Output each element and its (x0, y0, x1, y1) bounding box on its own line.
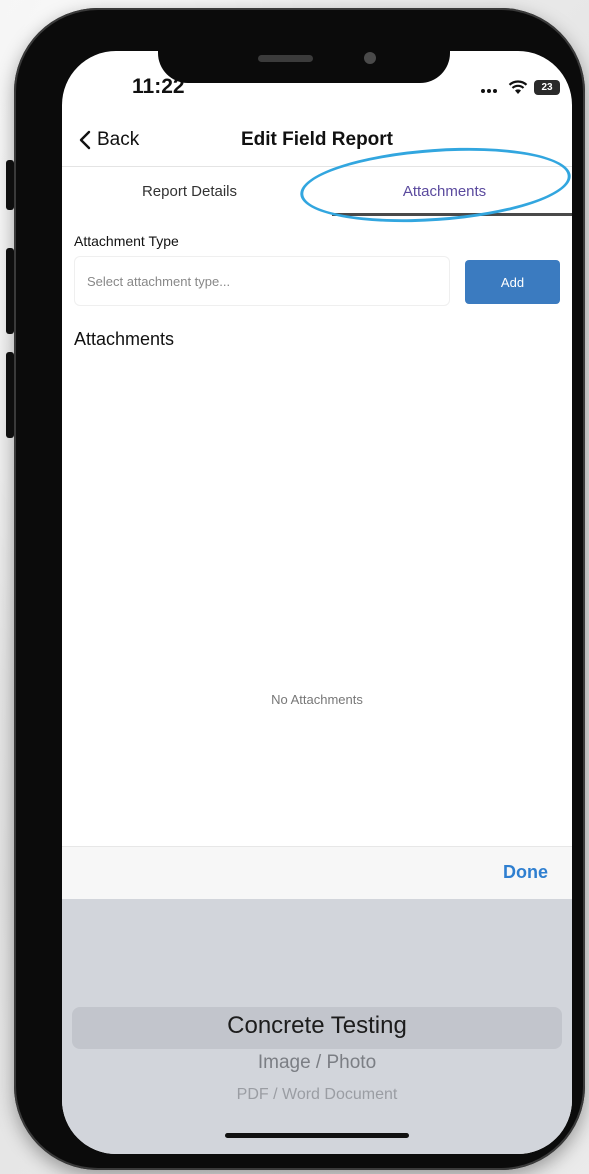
add-button-label: Add (500, 274, 525, 290)
wifi-icon (508, 80, 528, 94)
done-button[interactable]: Done (503, 862, 548, 883)
empty-state-text: No Attachments (271, 692, 363, 707)
tab-report-details[interactable]: Report Details (62, 167, 317, 215)
volume-down-button (6, 352, 14, 438)
status-icons: 23 (480, 77, 560, 97)
picker-toolbar: Done (62, 846, 572, 899)
attachment-type-input[interactable]: Select attachment type... (74, 256, 450, 306)
chevron-left-icon (79, 130, 91, 150)
volume-up-button (6, 248, 14, 334)
battery-icon: 23 (534, 79, 560, 95)
back-button[interactable]: Back (78, 129, 139, 151)
home-indicator[interactable] (225, 1133, 409, 1138)
mute-switch (6, 160, 14, 210)
picker-option[interactable]: Image / Photo (62, 1052, 572, 1074)
speaker-grille (258, 55, 313, 62)
notch (158, 43, 450, 83)
phone-frame: 11:22 23 Edit Field Report Back Report D… (14, 8, 585, 1170)
picker-option-selected[interactable]: Concrete Testing (62, 1012, 572, 1040)
attachment-type-label: Attachment Type (74, 233, 179, 249)
screen: 11:22 23 Edit Field Report Back Report D… (62, 51, 572, 1154)
front-camera (364, 52, 376, 64)
add-button[interactable]: Add (465, 260, 560, 304)
tab-label: Report Details (141, 182, 238, 200)
attachment-type-picker[interactable]: Concrete Testing Image / Photo PDF / Wor… (62, 899, 572, 1154)
attachment-type-placeholder: Select attachment type... (87, 273, 231, 289)
picker-option[interactable]: PDF / Word Document (62, 1086, 572, 1104)
back-label: Back (97, 129, 140, 150)
signal-icon (481, 89, 497, 93)
attachments-heading: Attachments (74, 329, 175, 349)
battery-level: 23 (541, 81, 553, 93)
